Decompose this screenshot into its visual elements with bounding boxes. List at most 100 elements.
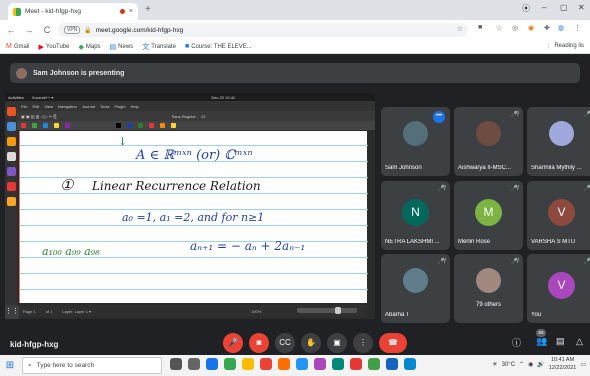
tile-more-options-icon[interactable]: ••• bbox=[433, 111, 445, 123]
participant-name: You bbox=[531, 312, 542, 318]
shared-clock: Dec 22 10:41 bbox=[211, 94, 236, 100]
muted-mic-icon: 🎤̸ bbox=[583, 259, 590, 265]
present-button[interactable]: ▣ bbox=[327, 333, 347, 353]
app-blue3-icon[interactable] bbox=[404, 358, 416, 370]
app-orange-icon[interactable] bbox=[278, 358, 290, 370]
system-tray: ☀ 30°C ⌃ ◉ 🔊 10:41 AM 12/22/2021 ▭ bbox=[492, 357, 586, 372]
participant-tile[interactable]: N 🎤̸ NETRA LAKSHMI ... bbox=[381, 181, 450, 250]
star-extension-icon[interactable]: ☆ bbox=[496, 24, 502, 32]
participant-tile[interactable]: 🎤̸ Abarna T bbox=[381, 254, 450, 323]
profile-icon[interactable]: ⦿ bbox=[522, 3, 530, 14]
app-blue2-icon[interactable] bbox=[386, 358, 398, 370]
tray-chevron-icon[interactable]: ⌃ bbox=[519, 361, 524, 368]
task-view-icon[interactable] bbox=[188, 358, 200, 370]
taskbar-search[interactable]: ⌕ Type here to search bbox=[22, 357, 162, 374]
people-icon[interactable]: 👥 bbox=[536, 336, 547, 347]
reload-icon[interactable]: C bbox=[40, 25, 54, 35]
activities-label: Activities bbox=[8, 94, 24, 100]
shield-extension-icon[interactable]: ◎ bbox=[512, 24, 518, 32]
participant-name: Sharmila Mythily ... bbox=[531, 165, 582, 171]
back-icon[interactable]: ← bbox=[4, 25, 18, 35]
edge-icon[interactable] bbox=[206, 358, 218, 370]
bookmark-youtube[interactable]: ▶ YouTube bbox=[39, 43, 70, 51]
raise-hand-button[interactable]: ✋ bbox=[301, 333, 321, 353]
participant-tile[interactable]: ••• Sam Johnson bbox=[381, 107, 450, 176]
maximize-button[interactable]: ▢ bbox=[560, 3, 568, 12]
app-red2-icon[interactable] bbox=[350, 358, 362, 370]
lock-icon[interactable]: 🔒 bbox=[84, 27, 91, 34]
tab-close-button[interactable]: × bbox=[129, 8, 133, 15]
taskbar-clock[interactable]: 10:41 AM 12/22/2021 bbox=[549, 357, 577, 372]
mic-off-button[interactable]: 🎤 bbox=[223, 333, 243, 353]
menu-tools: Tools bbox=[100, 103, 110, 109]
chat-icon[interactable]: ▤ bbox=[556, 336, 565, 347]
volume-icon[interactable]: 🔊 bbox=[537, 361, 544, 368]
minimize-button[interactable]: – bbox=[542, 3, 546, 12]
url-text[interactable]: meet.google.com/kid-hfgp-hxg bbox=[96, 27, 183, 34]
bookmark-star-icon[interactable]: ☆ bbox=[457, 25, 463, 33]
more-options-button[interactable]: ⋮ bbox=[353, 333, 373, 353]
menu-view: View bbox=[44, 103, 53, 109]
news-icon: ▤ bbox=[109, 43, 117, 51]
notifications-icon[interactable]: ▭ bbox=[580, 361, 586, 368]
camera-extension-icon[interactable]: ■ bbox=[478, 24, 482, 31]
note-line-4-right: aₙ₊₁ = − aₙ + 2aₙ₋₁ bbox=[190, 239, 306, 253]
app-red-icon[interactable] bbox=[260, 358, 272, 370]
app-green-icon[interactable] bbox=[368, 358, 380, 370]
chrome-icon[interactable] bbox=[224, 358, 236, 370]
bookmark-news[interactable]: ▤ News bbox=[110, 43, 134, 51]
network-icon[interactable]: ◉ bbox=[528, 361, 533, 368]
meet-window: Sam Johnson is presenting Activities Xou… bbox=[0, 55, 590, 355]
pinned-apps bbox=[170, 358, 416, 370]
info-icon[interactable]: ⓘ bbox=[512, 336, 521, 349]
bookmark-gmail[interactable]: M Gmail bbox=[6, 43, 30, 50]
color-extension-icon[interactable]: ◉ bbox=[528, 24, 534, 32]
tab-meet[interactable]: Meet - kid-hfgp-hxg × bbox=[8, 3, 138, 20]
participant-tile[interactable]: M 🎤̸ Merlin Rose bbox=[454, 181, 523, 250]
reading-list-button[interactable]: Reading lis bbox=[548, 43, 584, 49]
windows-start-icon[interactable]: ⊞ bbox=[0, 360, 20, 371]
layout-grid-icon[interactable]: ⋮⋮ bbox=[5, 305, 19, 319]
muted-mic-icon: 🎤̸ bbox=[510, 112, 518, 118]
weather-icon[interactable]: ☀ bbox=[492, 361, 497, 368]
participant-tile[interactable]: 🎤̸ Sharmila Mythily ... bbox=[527, 107, 590, 176]
weather-text[interactable]: 30°C bbox=[502, 362, 515, 368]
app-blue-icon[interactable] bbox=[296, 358, 308, 370]
leave-call-button[interactable]: ☎ bbox=[379, 333, 407, 353]
bookmark-course[interactable]: ■ Course: THE ELEVE... bbox=[185, 43, 252, 50]
clock-time: 10:41 AM bbox=[550, 357, 575, 363]
page-label: Page 1 bbox=[23, 308, 36, 314]
participant-tile[interactable]: 🎤̸ 79 others bbox=[454, 254, 523, 323]
note-line-2: Linear Recurrence Relation bbox=[92, 179, 261, 193]
app-purple-icon[interactable] bbox=[314, 358, 326, 370]
close-window-button[interactable]: ✕ bbox=[578, 3, 585, 12]
participant-tile[interactable]: V 🎤̸ You bbox=[527, 254, 590, 323]
participant-tile[interactable]: 🎤̸ Aishwarya II-MSC... bbox=[454, 107, 523, 176]
bookmark-label: News bbox=[118, 43, 134, 50]
muted-mic-icon: 🎤̸ bbox=[510, 186, 518, 192]
captions-button[interactable]: CC bbox=[275, 333, 295, 353]
account-icon[interactable]: ◍ bbox=[558, 24, 564, 32]
menu-help: Help bbox=[130, 103, 139, 109]
windows-taskbar: ⊞ ⌕ Type here to search ☀ 30°C ⌃ ◉ 🔊 10:… bbox=[0, 355, 590, 376]
app-teal-icon[interactable] bbox=[332, 358, 344, 370]
vpn-badge[interactable]: VPN bbox=[64, 26, 81, 34]
muted-mic-icon: 🎤̸ bbox=[510, 259, 518, 265]
forward-icon[interactable]: → bbox=[22, 25, 36, 35]
bookmark-maps[interactable]: ◆ Maps bbox=[78, 43, 100, 51]
bookmark-translate[interactable]: 文 Translate bbox=[142, 42, 176, 52]
menu-kebab-icon[interactable]: ⋮ bbox=[574, 24, 581, 32]
camera-off-button[interactable]: ◙ bbox=[249, 333, 269, 353]
new-tab-button[interactable]: + bbox=[145, 4, 151, 15]
notebook-page: ↓ A ∈ ℝᵐˣⁿ (or) ℂᵐˣⁿ ① Linear Recurrence… bbox=[19, 131, 368, 303]
note-arrow: ↓ bbox=[118, 135, 128, 148]
participant-tile[interactable]: V 🎤̸ VARSHA S MTU bbox=[527, 181, 590, 250]
cortana-icon[interactable] bbox=[170, 358, 182, 370]
puzzle-extension-icon[interactable]: ✚ bbox=[544, 24, 550, 32]
participant-name: VARSHA S MTU bbox=[531, 239, 576, 245]
color-blue bbox=[127, 123, 132, 128]
explorer-icon[interactable] bbox=[242, 358, 254, 370]
activities-icon[interactable]: △ bbox=[576, 336, 583, 347]
address-bar[interactable]: VPN 🔒 meet.google.com/kid-hfgp-hxg ☆ bbox=[58, 23, 468, 37]
muted-mic-icon: 🎤̸ bbox=[437, 259, 445, 265]
